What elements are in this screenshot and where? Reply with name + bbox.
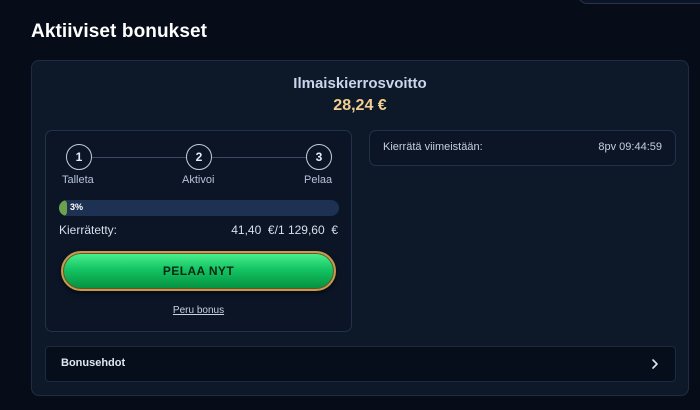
deadline-panel: Kierrätä viimeistään: 8pv 09:44:59 [369,130,676,166]
bonus-progress-panel: 1 2 3 Talleta Aktivoi Pelaa 3% Kierrätet… [45,130,352,332]
step-2-label: Aktivoi [182,174,215,186]
bonus-terms-label: Bonusehdot [61,357,126,369]
step-1-circle: 1 [66,144,92,170]
step-1-label: Talleta [62,174,94,186]
page-title: Aktiiviset bonukset [31,21,208,42]
bonus-terms-row[interactable]: Bonusehdot [45,346,676,382]
top-account-pill[interactable] [578,0,700,4]
deadline-value: 8pv 09:44:59 [598,141,662,153]
cancel-bonus-link[interactable]: Peru bonus [46,305,351,316]
bonus-card: Ilmaiskierrosvoitto 28,24 € 1 2 3 Tallet… [31,60,689,396]
wager-progress-bar: 3% [59,200,339,216]
step-3-circle: 3 [306,144,332,170]
wager-progress-text: 3% [70,202,84,212]
bonus-title: Ilmaiskierrosvoitto [293,75,427,92]
play-now-button[interactable]: PELAA NYT [61,251,336,291]
wager-progress-fill [59,200,68,216]
step-connector [212,157,306,158]
play-now-button-label: PELAA NYT [162,264,235,278]
bonus-amount: 28,24 € [333,97,387,114]
deadline-label: Kierrätä viimeistään: [383,141,483,153]
step-2-circle: 2 [186,144,212,170]
step-connector [92,157,186,158]
wager-label: Kierrätetty: [59,223,118,237]
wager-value: 41,40 €/1 129,60 € [231,223,338,237]
step-3-label: Pelaa [304,174,333,186]
chevron-right-icon [652,359,658,369]
